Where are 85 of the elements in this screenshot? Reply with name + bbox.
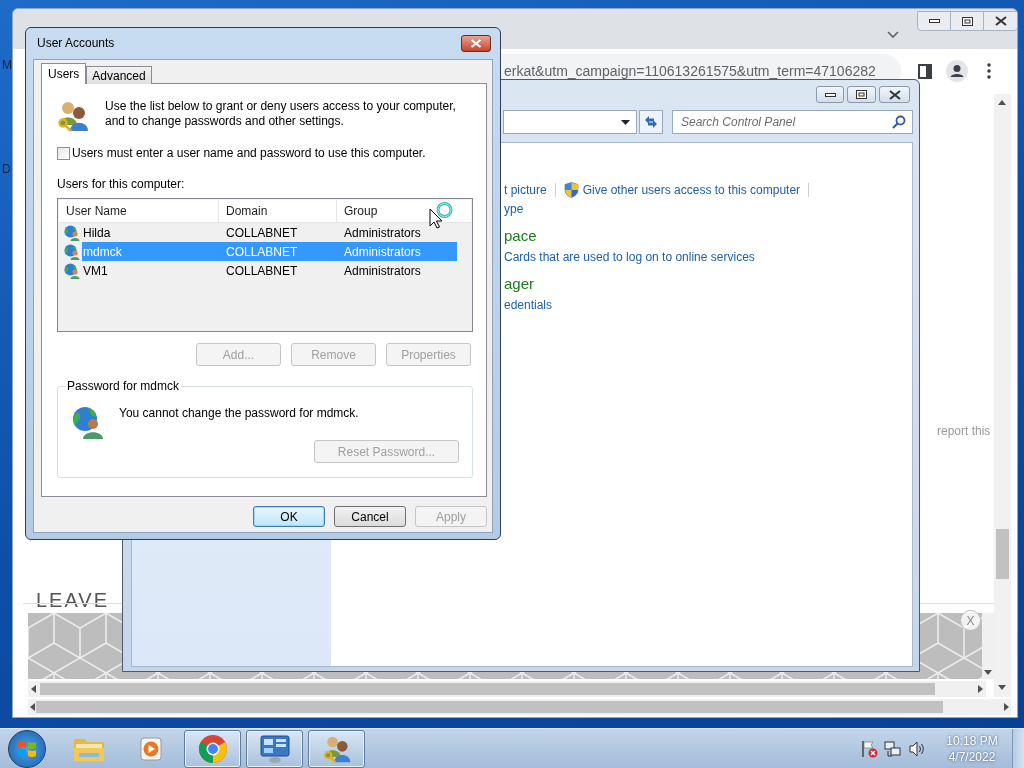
scrollbar-thumb[interactable] (40, 683, 935, 695)
list-row[interactable]: VM1 COLLABNET Administrators (82, 261, 457, 280)
chevron-down-icon[interactable] (887, 31, 899, 39)
table-cell-text: COLLABNET (225, 224, 299, 242)
profile-icon[interactable] (946, 60, 968, 82)
link[interactable]: ype (504, 199, 524, 218)
scroll-right-button[interactable] (1004, 703, 1009, 711)
table-cell-text: COLLABNET (225, 243, 299, 261)
window-title: User Accounts (37, 36, 115, 50)
table-cell-text: COLLABNET (225, 262, 299, 280)
scrollbar[interactable] (994, 94, 1011, 697)
monitor-panels-icon[interactable] (258, 733, 291, 764)
user-icon (64, 243, 80, 260)
link[interactable]: Give other users access to this computer (582, 180, 801, 199)
column-header[interactable]: User Name (59, 200, 219, 222)
dropdown-arrow-icon[interactable] (621, 119, 630, 125)
scrollbar[interactable] (28, 681, 986, 697)
table-cell-text: VM1 (82, 262, 109, 280)
restore-icon (856, 90, 867, 99)
refresh-button[interactable] (639, 110, 663, 134)
list-row[interactable]: Hilda COLLABNET Administrators (82, 223, 457, 242)
button[interactable]: Cancel (334, 506, 406, 527)
close-button[interactable] (461, 35, 491, 52)
taskbar-button[interactable] (246, 729, 303, 768)
scrollbar[interactable] (28, 699, 1011, 715)
category-heading[interactable]: pace (504, 224, 537, 248)
scrollbar-thumb[interactable] (36, 701, 943, 713)
table-cell-text: Administrators (343, 243, 422, 261)
restore-icon (961, 16, 973, 26)
button[interactable]: OK (253, 506, 325, 527)
menu-icon[interactable] (987, 63, 991, 79)
column-header[interactable]: Domain (219, 200, 337, 222)
link[interactable]: t picture (504, 180, 547, 199)
windows-logo-icon (17, 739, 37, 758)
link[interactable]: edentials (504, 295, 553, 314)
table-cell-text: Administrators (343, 224, 422, 242)
password-message: You cannot change the password for mdmck. (119, 406, 359, 421)
close-icon (888, 89, 901, 100)
close-icon (470, 39, 482, 48)
scrollbar[interactable] (982, 613, 994, 679)
search-icon[interactable] (892, 115, 906, 129)
start-button[interactable] (8, 729, 46, 768)
sidebar-icon[interactable] (918, 64, 932, 79)
category-heading[interactable]: ager (504, 272, 535, 296)
scrollbar-thumb[interactable] (996, 529, 1009, 579)
checkbox[interactable] (57, 146, 70, 160)
user-icon (64, 262, 80, 279)
tab[interactable]: Advanced (86, 66, 152, 84)
scroll-right-button[interactable] (978, 685, 983, 693)
address-field[interactable] (503, 110, 637, 134)
tab[interactable]: Users (41, 63, 87, 84)
refresh-icon (643, 115, 659, 129)
link[interactable]: Cards that are used to log on to online services (504, 247, 755, 266)
search-field[interactable]: Search Control Panel (672, 110, 913, 134)
maximize-button[interactable] (847, 86, 876, 103)
clock-time: 10:18 PM (946, 732, 998, 749)
close-icon (994, 16, 1007, 26)
user-icon (64, 224, 80, 241)
minimize-icon (824, 92, 836, 97)
group-title: Password for mdmck (65, 379, 182, 393)
clock-date: 4/7/2022 (948, 748, 996, 765)
scroll-left-button[interactable] (31, 685, 36, 693)
scroll-up-button[interactable] (998, 100, 1006, 105)
intro-text: Use the list below to grant or deny users access to your computer, and to change passwords and other settings. (105, 99, 457, 129)
taskbar-button[interactable] (308, 729, 365, 768)
table-cell-text: Administrators (343, 262, 422, 280)
table-cell-text: Hilda (82, 224, 112, 242)
section-heading: LEAVE (36, 589, 109, 611)
network-icon[interactable] (884, 739, 902, 758)
close-button[interactable] (879, 86, 910, 103)
table-cell-text: mdmck (82, 243, 123, 261)
browser-icon[interactable] (197, 733, 228, 764)
column-header[interactable]: Group (337, 200, 471, 222)
user-globe-icon (72, 405, 104, 439)
volume-icon[interactable] (908, 739, 926, 758)
media-player-icon[interactable] (137, 735, 164, 762)
minimize-button[interactable] (816, 86, 844, 103)
checkbox-label: Users must enter a user name and password to use this computer. (72, 145, 426, 162)
flag-icon[interactable] (860, 739, 878, 758)
users-icon (57, 99, 89, 133)
scroll-down-button[interactable] (984, 670, 992, 675)
scroll-down-button[interactable] (998, 685, 1006, 690)
list-label: Users for this computer: (57, 177, 186, 192)
taskbar-button[interactable] (184, 729, 241, 768)
minimize-icon (928, 19, 940, 23)
